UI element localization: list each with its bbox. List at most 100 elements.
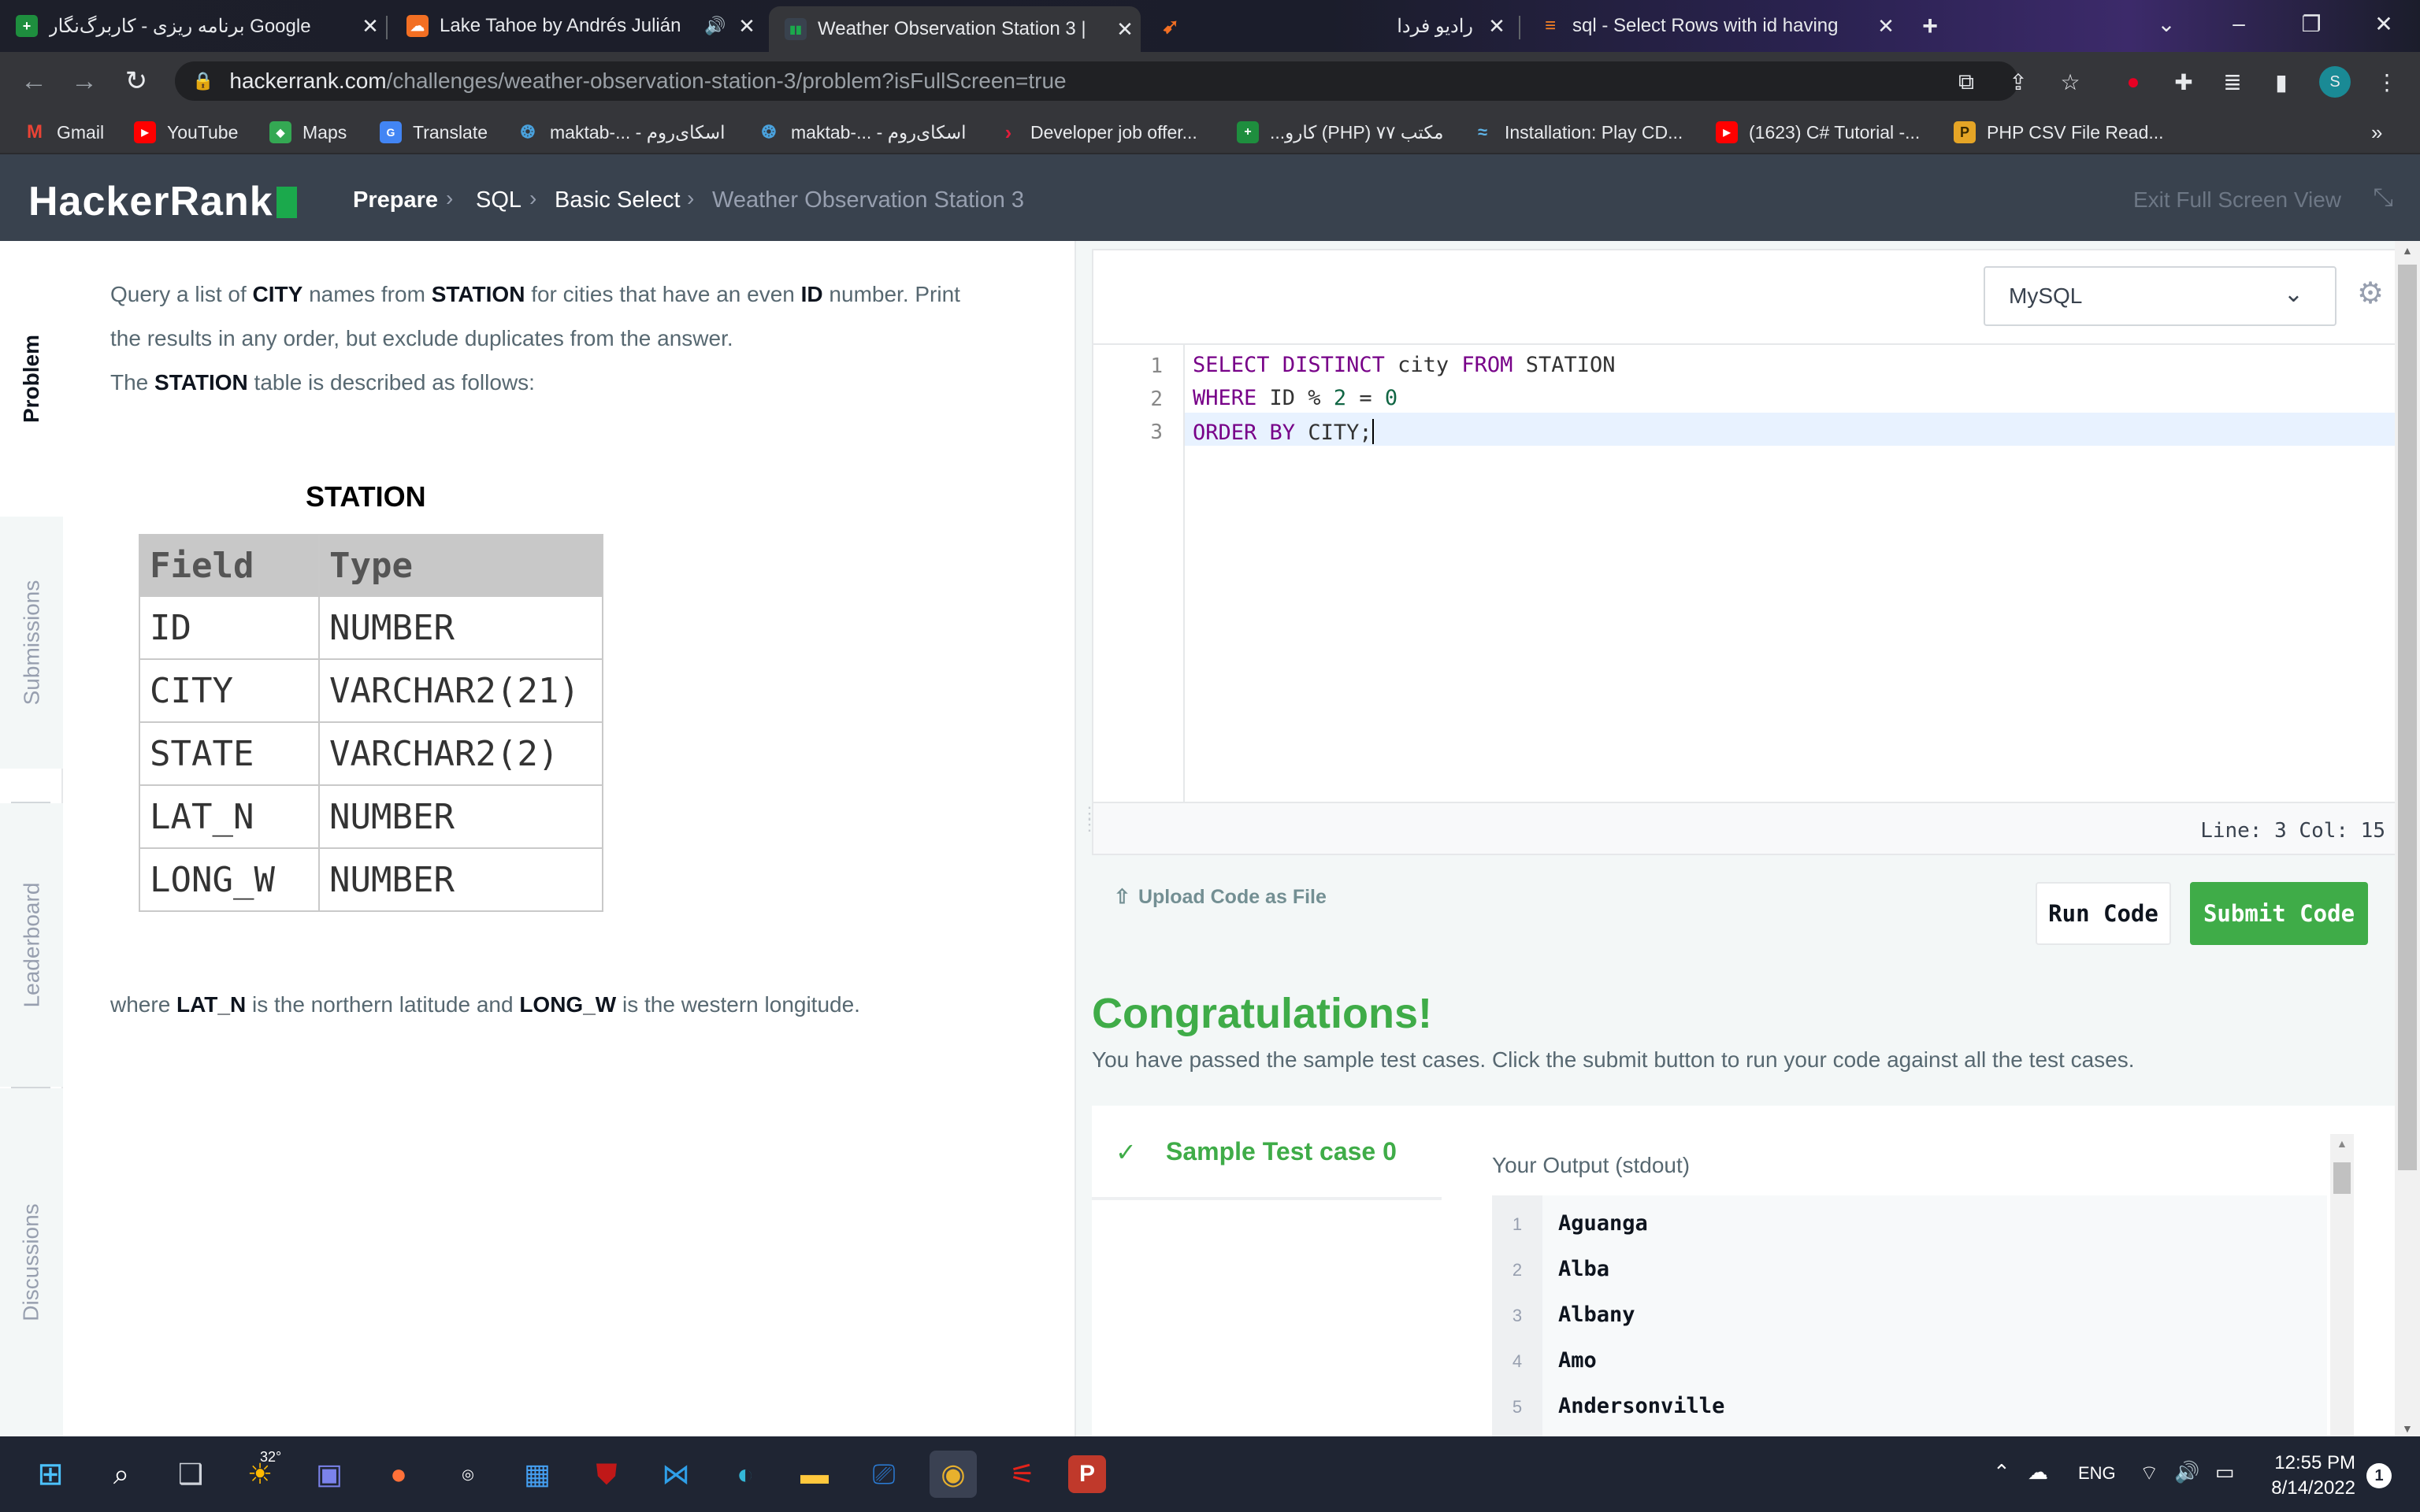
weather-icon[interactable]: ☀ 32° [236, 1449, 284, 1498]
edge-icon[interactable]: ◐ [722, 1451, 769, 1498]
windows-start-icon[interactable]: ⊞ [27, 1451, 74, 1498]
vscode-icon[interactable]: ⋈ [652, 1451, 700, 1498]
tab-leaderboard[interactable]: Leaderboard [0, 803, 63, 1087]
share-icon[interactable]: ⇪ [2002, 66, 2034, 98]
browser-tab-radio[interactable]: رادیو فردا ✕ [1339, 6, 1512, 46]
close-icon[interactable]: ✕ [731, 14, 763, 39]
run-code-button[interactable]: Run Code [2036, 882, 2171, 945]
hackerrank-header: HackerRank Prepare › SQL › Basic Select … [0, 154, 2420, 241]
acrobat-icon[interactable]: ⚟ [999, 1451, 1046, 1498]
browser-tab-stackoverflow[interactable]: ≡ sql - Select Rows with id having ✕ [1524, 6, 1902, 46]
input-language[interactable]: ENG [2078, 1463, 2116, 1484]
exit-full-screen-link[interactable]: Exit Full Screen View [2133, 187, 2341, 213]
bookmark-php-csv[interactable]: P PHP CSV File Read... [1954, 118, 2164, 146]
side-panel-icon[interactable]: ▮ [2266, 66, 2297, 98]
search-icon[interactable]: ⌕ [98, 1451, 145, 1498]
microsoft-store-icon[interactable]: ▦ [514, 1451, 561, 1498]
test-case-tab[interactable]: ✓ Sample Test case 0 [1092, 1106, 1442, 1200]
breadcrumb-prepare[interactable]: Prepare [353, 187, 438, 213]
mcafee-icon[interactable]: ⛊ [583, 1451, 630, 1498]
system-clock[interactable]: 12:55 PM 8/14/2022 [2270, 1451, 2355, 1501]
bookmark-maktab-php[interactable]: + ...کارو (PHP) مکتب ۷۷ [1237, 118, 1443, 146]
battery-icon[interactable]: ▭ [2215, 1460, 2235, 1484]
scrollbar-thumb[interactable] [2398, 265, 2417, 1170]
bookmark-label: maktab-... - اسکای‌روم [550, 121, 726, 143]
bookmark-play-cd[interactable]: ≈ Installation: Play CD... [1472, 118, 1683, 146]
bookmark-youtube[interactable]: ▶ YouTube [134, 118, 238, 146]
code-editor: MySQL ⌄ ⚙ 1 2 3 SELECT DISTINCT city FRO… [1092, 249, 2403, 855]
translate-icon[interactable]: ⧉ [1950, 66, 1982, 98]
profile-avatar[interactable]: S [2319, 66, 2351, 98]
browser-tab-sheets[interactable]: + برنامه ریزی - کاربرگ‌نگار Google ✕ [0, 6, 386, 46]
menu-kebab-icon[interactable]: ⋮ [2371, 66, 2403, 98]
bookmark-label: Translate [413, 121, 488, 143]
wifi-icon[interactable]: ⌔ [2140, 1460, 2158, 1486]
reload-button[interactable]: ↻ [118, 63, 154, 99]
upload-code-button[interactable]: ⇧ Upload Code as File [1114, 885, 1327, 909]
close-window-button[interactable]: ✕ [2348, 0, 2420, 47]
hackerrank-logo[interactable]: HackerRank [28, 178, 297, 225]
scroll-down-icon[interactable]: ▼ [2402, 1422, 2413, 1435]
chevron-up-icon[interactable]: ⌃ [1993, 1460, 2010, 1484]
table-cell: VARCHAR2(21) [318, 658, 603, 723]
restore-button[interactable]: ❐ [2275, 0, 2348, 47]
task-view-icon[interactable]: ❑ [167, 1451, 214, 1498]
speaker-icon[interactable]: 🔊 [700, 16, 731, 36]
close-icon[interactable]: ✕ [1109, 17, 1141, 42]
browser-tab-soundcloud[interactable]: ☁ Lake Tahoe by Andrés Julián 🔊 ✕ [391, 6, 763, 46]
breadcrumb-basic-select[interactable]: Basic Select [555, 187, 681, 213]
new-tab-button[interactable]: + [1911, 6, 1950, 46]
back-button[interactable]: ← [16, 63, 52, 99]
column-header: Type [318, 534, 603, 597]
output-scrollbar[interactable]: ▲ [2330, 1134, 2354, 1441]
minimize-button[interactable]: – [2203, 0, 2275, 47]
extensions-icon[interactable]: ✚ [2168, 66, 2199, 98]
tab-problem[interactable]: Problem [0, 241, 63, 517]
collapse-icon[interactable]: ⤡ [2373, 183, 2393, 213]
remote-desktop-icon[interactable]: ⎚ [860, 1451, 908, 1498]
browser-tab-hackerrank[interactable]: ▮▮ Weather Observation Station 3 | ✕ [769, 6, 1141, 52]
tab-title: Lake Tahoe by Andrés Julián [440, 15, 681, 36]
volume-icon[interactable]: 🔊 [2174, 1460, 2199, 1484]
pinterest-icon[interactable]: ● [2118, 66, 2149, 98]
media-control-icon[interactable]: ≣ [2217, 66, 2248, 98]
bookmark-csharp-tutorial[interactable]: ▶ (1623) C# Tutorial -... [1716, 118, 1920, 146]
code-line[interactable]: WHERE ID % 2 = 0 [1193, 386, 1397, 410]
file-explorer-icon[interactable]: ▬ [791, 1451, 838, 1498]
bookmark-maps[interactable]: ◆ Maps [269, 118, 347, 146]
code-line[interactable]: SELECT DISTINCT city FROM STATION [1193, 353, 1615, 377]
tab-search-button[interactable]: ⌄ [2130, 0, 2203, 47]
teams-chat-icon[interactable]: ▣ [306, 1451, 353, 1498]
chrome-icon[interactable]: ◉ [930, 1451, 977, 1498]
bookmark-star-icon[interactable]: ☆ [2054, 66, 2086, 98]
submit-code-button[interactable]: Submit Code [2190, 882, 2368, 945]
language-select[interactable]: MySQL ⌄ [1984, 266, 2336, 326]
close-icon[interactable]: ✕ [1481, 14, 1512, 39]
forward-button[interactable]: → [66, 63, 102, 99]
bookmark-translate[interactable]: G Translate [380, 118, 488, 146]
scroll-up-icon[interactable]: ▲ [2402, 244, 2413, 257]
minimize-icon: – [2233, 11, 2245, 35]
firefox-icon[interactable]: ● [375, 1451, 422, 1498]
tab-discussions[interactable]: Discussions [0, 1088, 63, 1436]
close-icon[interactable]: ✕ [1870, 14, 1902, 39]
page-scrollbar[interactable]: ▲ ▼ [2395, 241, 2420, 1436]
onedrive-icon[interactable]: ☁ [2028, 1460, 2048, 1484]
bookmark-gmail[interactable]: M Gmail [24, 118, 104, 146]
scrollbar-thumb[interactable] [2333, 1162, 2351, 1194]
tab-submissions[interactable]: Submissions [0, 517, 63, 769]
notification-badge[interactable]: 1 [2366, 1463, 2392, 1488]
breadcrumb-sql[interactable]: SQL [476, 187, 521, 213]
postman-p-icon[interactable]: P [1068, 1455, 1106, 1493]
bookmark-skyroom-2[interactable]: ❂ maktab-... - اسکای‌روم [758, 118, 967, 146]
address-bar[interactable]: 🔒 hackerrank.com/challenges/weather-obse… [175, 61, 2018, 101]
scroll-up-icon[interactable]: ▲ [2336, 1137, 2348, 1150]
close-icon[interactable]: ✕ [354, 14, 386, 39]
resize-handle[interactable]: ⋮ ⋮ [1081, 805, 1098, 855]
bookmark-skyroom-1[interactable]: ❂ maktab-... - اسکای‌روم [517, 118, 726, 146]
gear-icon[interactable]: ⚙ [2357, 276, 2384, 311]
bookmarks-overflow[interactable]: » [2371, 118, 2382, 146]
bookmark-developer-jobs[interactable]: › Developer job offer... [997, 118, 1197, 146]
code-line[interactable]: ORDER BY CITY; [1193, 419, 1374, 445]
dell-icon[interactable]: ◎ [444, 1451, 492, 1498]
